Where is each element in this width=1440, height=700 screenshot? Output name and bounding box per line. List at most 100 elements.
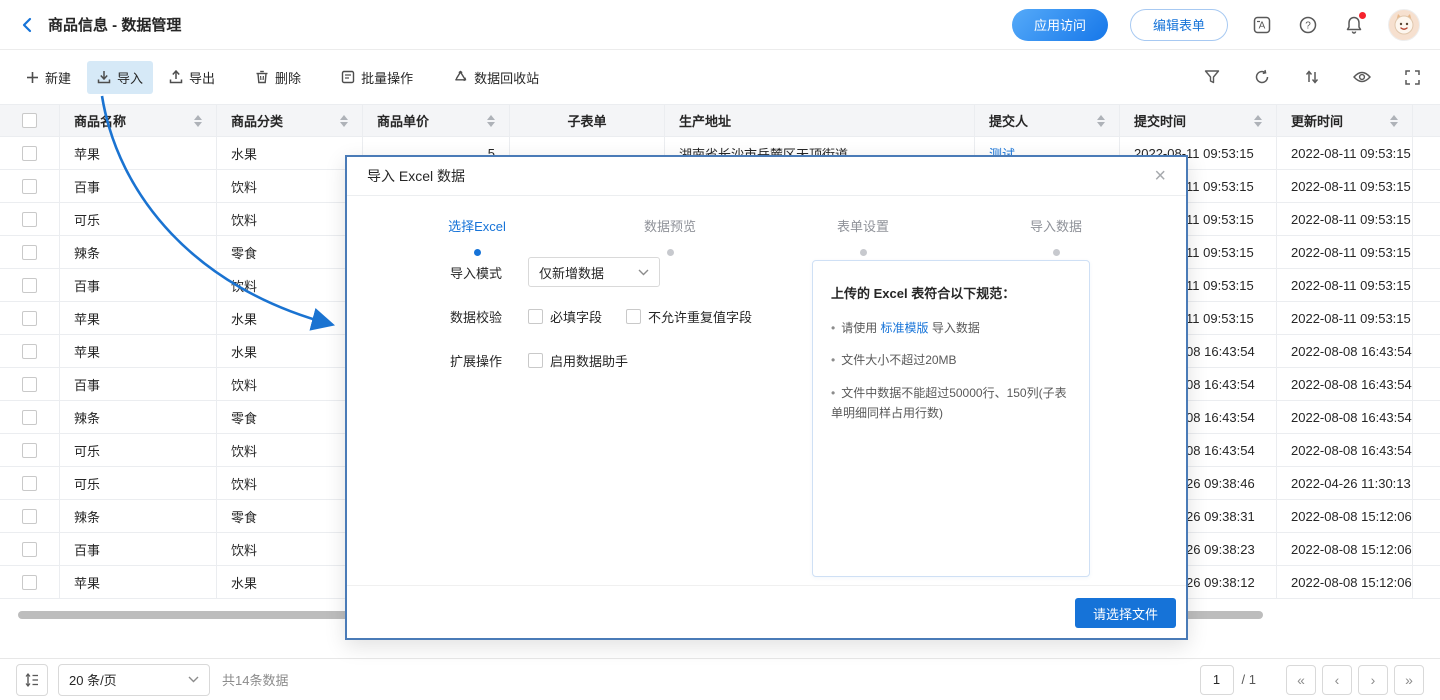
data-assistant-option[interactable]: 启用数据助手 xyxy=(528,351,628,370)
step-import-data: 导入数据 xyxy=(996,216,1116,256)
standard-template-link[interactable]: 标准模版 xyxy=(881,321,929,335)
edit-form-button[interactable]: 编辑表单 xyxy=(1130,9,1228,41)
column-header-submit-time[interactable]: 提交时间 xyxy=(1120,105,1277,137)
last-page-button[interactable]: » xyxy=(1394,665,1424,695)
cell-update-time: 2022-08-08 16:43:54 xyxy=(1277,335,1413,368)
filter-icon[interactable] xyxy=(1200,65,1224,89)
cell-update-time: 2022-08-11 09:53:15 xyxy=(1277,269,1413,302)
fullscreen-icon[interactable] xyxy=(1400,65,1424,89)
cell-filler xyxy=(1413,368,1440,401)
sort-icon[interactable] xyxy=(1300,65,1324,89)
page-number-input[interactable] xyxy=(1200,665,1234,695)
upload-rules-panel: 上传的 Excel 表符合以下规范： •请使用 标准模版 导入数据 •文件大小不… xyxy=(812,260,1090,577)
row-checkbox[interactable] xyxy=(22,344,37,359)
cell-update-time: 2022-08-11 09:53:15 xyxy=(1277,137,1413,170)
sort-toggle-icon[interactable] xyxy=(332,115,348,127)
row-checkbox[interactable] xyxy=(22,377,37,392)
cell-filler xyxy=(1413,566,1440,599)
eye-icon[interactable] xyxy=(1350,65,1374,89)
close-icon[interactable]: × xyxy=(1154,166,1166,186)
column-header-category[interactable]: 商品分类 xyxy=(217,105,363,137)
column-header-update-time[interactable]: 更新时间 xyxy=(1277,105,1413,137)
toolbar-right-icons xyxy=(1200,65,1424,89)
page-total-text: / 1 xyxy=(1242,672,1256,687)
row-checkbox[interactable] xyxy=(22,542,37,557)
sort-toggle-icon[interactable] xyxy=(186,115,202,127)
cell-category: 饮料 xyxy=(217,467,363,500)
row-checkbox[interactable] xyxy=(22,410,37,425)
sort-toggle-icon[interactable] xyxy=(1089,115,1105,127)
cell-filler xyxy=(1413,335,1440,368)
row-checkbox[interactable] xyxy=(22,146,37,161)
cell-product-name: 辣条 xyxy=(60,236,217,269)
cell-filler xyxy=(1413,170,1440,203)
cell-category: 零食 xyxy=(217,500,363,533)
column-header-submitter[interactable]: 提交人 xyxy=(975,105,1120,137)
column-header-price[interactable]: 商品单价 xyxy=(363,105,510,137)
no-duplicate-checkbox[interactable] xyxy=(626,309,641,324)
row-checkbox[interactable] xyxy=(22,179,37,194)
export-button[interactable]: 导出 xyxy=(159,61,225,94)
cell-filler xyxy=(1413,500,1440,533)
row-checkbox[interactable] xyxy=(22,443,37,458)
cell-category: 饮料 xyxy=(217,434,363,467)
cell-category: 饮料 xyxy=(217,269,363,302)
refresh-icon[interactable] xyxy=(1250,65,1274,89)
row-checkbox[interactable] xyxy=(22,509,37,524)
help-icon[interactable]: ? xyxy=(1296,13,1320,37)
step-data-preview: 数据预览 xyxy=(610,216,730,256)
validation-label: 数据校验 xyxy=(450,307,512,326)
top-header: 商品信息 - 数据管理 应用访问 编辑表单 A ? xyxy=(0,0,1440,50)
svg-text:?: ? xyxy=(1305,20,1311,31)
column-header-product-name[interactable]: 商品名称 xyxy=(60,105,217,137)
required-fields-option[interactable]: 必填字段 xyxy=(528,307,602,326)
notification-dot xyxy=(1359,12,1366,19)
import-mode-select[interactable]: 仅新增数据 xyxy=(528,257,660,287)
cell-update-time: 2022-08-11 09:53:15 xyxy=(1277,170,1413,203)
row-checkbox[interactable] xyxy=(22,245,37,260)
import-excel-modal: 导入 Excel 数据 × 选择Excel 数据预览 表单设置 导入数据 xyxy=(345,155,1188,640)
prev-page-button[interactable]: ‹ xyxy=(1322,665,1352,695)
cell-update-time: 2022-08-11 09:53:15 xyxy=(1277,203,1413,236)
first-page-button[interactable]: « xyxy=(1286,665,1316,695)
sort-toggle-icon[interactable] xyxy=(1382,115,1398,127)
batch-operations-button[interactable]: 批量操作 xyxy=(331,61,423,94)
cell-product-name: 苹果 xyxy=(60,335,217,368)
rule-item: •请使用 标准模版 导入数据 xyxy=(831,318,1071,338)
cell-filler xyxy=(1413,302,1440,335)
cell-product-name: 可乐 xyxy=(60,434,217,467)
page-size-select[interactable]: 20 条/页 xyxy=(58,664,210,696)
step-dot xyxy=(860,249,867,256)
recycle-bin-button[interactable]: 数据回收站 xyxy=(443,61,549,94)
page-title: 商品信息 - 数据管理 xyxy=(48,14,181,35)
next-page-button[interactable]: › xyxy=(1358,665,1388,695)
select-all-checkbox[interactable] xyxy=(22,113,37,128)
table-header-row: 商品名称 商品分类 商品单价 子表单 生产地址 提交人 提交时间 xyxy=(0,104,1440,137)
notification-bell-icon[interactable] xyxy=(1342,13,1366,37)
app-access-button[interactable]: 应用访问 xyxy=(1012,9,1108,41)
required-fields-checkbox[interactable] xyxy=(528,309,543,324)
row-checkbox[interactable] xyxy=(22,476,37,491)
data-assistant-checkbox[interactable] xyxy=(528,353,543,368)
select-file-button[interactable]: 请选择文件 xyxy=(1075,598,1176,628)
row-checkbox[interactable] xyxy=(22,575,37,590)
no-duplicate-option[interactable]: 不允许重复值字段 xyxy=(626,307,752,326)
cell-update-time: 2022-08-08 15:12:06 xyxy=(1277,566,1413,599)
row-height-icon[interactable] xyxy=(16,664,48,696)
delete-button[interactable]: 删除 xyxy=(245,61,311,94)
cell-update-time: 2022-08-08 15:12:06 xyxy=(1277,500,1413,533)
new-button[interactable]: 新建 xyxy=(16,61,81,94)
rule-item: •文件大小不超过20MB xyxy=(831,350,1071,370)
back-icon[interactable] xyxy=(20,17,34,33)
avatar[interactable] xyxy=(1388,9,1420,41)
cell-product-name: 苹果 xyxy=(60,302,217,335)
chevron-down-icon xyxy=(188,676,199,683)
row-checkbox[interactable] xyxy=(22,311,37,326)
row-checkbox[interactable] xyxy=(22,278,37,293)
import-button[interactable]: 导入 xyxy=(87,61,153,94)
column-header-filler xyxy=(1413,105,1440,137)
row-checkbox[interactable] xyxy=(22,212,37,227)
sort-toggle-icon[interactable] xyxy=(1246,115,1262,127)
sort-toggle-icon[interactable] xyxy=(479,115,495,127)
language-icon[interactable]: A xyxy=(1250,13,1274,37)
